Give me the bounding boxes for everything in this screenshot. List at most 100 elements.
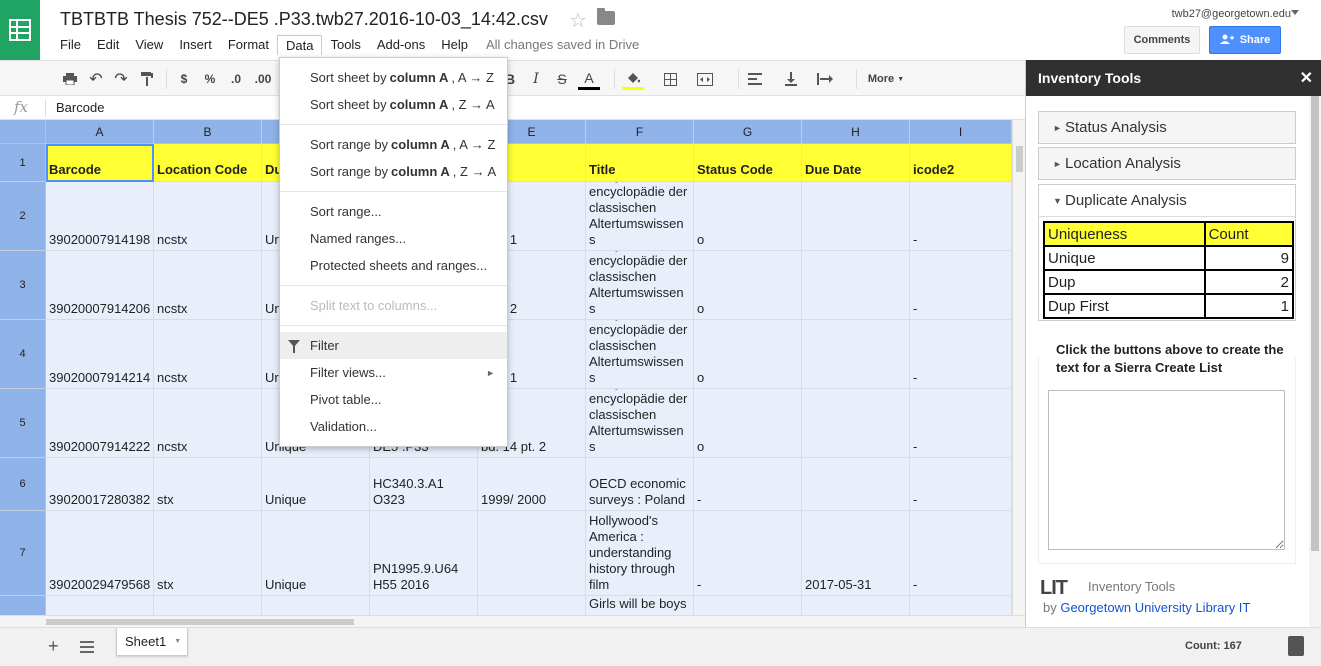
sidebar-scrollbar[interactable] <box>1309 96 1321 627</box>
row-header-6[interactable]: 6 <box>0 458 46 511</box>
cell-barcode[interactable]: 39020017280382 <box>46 458 154 511</box>
count-status[interactable]: Count: 167 <box>1185 640 1242 652</box>
user-email[interactable]: twb27@georgetown.edu <box>1172 8 1291 20</box>
menu-help[interactable]: Help <box>433 35 476 55</box>
italic-button[interactable]: I <box>528 68 544 90</box>
cell-status-code[interactable]: - <box>694 511 802 596</box>
cell-icode2[interactable]: - <box>910 511 1012 596</box>
library-it-link[interactable]: Georgetown University Library IT <box>1060 600 1250 615</box>
comments-button[interactable]: Comments <box>1124 26 1200 54</box>
cell-title[interactable]: Paulys real-encyclopädie der classischen… <box>586 320 694 389</box>
text-color-button[interactable]: A <box>578 68 600 90</box>
vertical-align-icon[interactable] <box>782 68 800 90</box>
document-title[interactable]: TBTBTB Thesis 752--DE5 .P33.twb27.2016-1… <box>60 9 548 30</box>
row-header-4[interactable]: 4 <box>0 320 46 389</box>
column-header-i[interactable]: I <box>910 120 1012 144</box>
cell-location-code[interactable]: ncstx <box>154 389 262 458</box>
validation-item[interactable]: Validation... <box>280 413 507 440</box>
status-analysis-section[interactable]: ► Status Analysis <box>1038 111 1296 144</box>
filter-item[interactable]: Filter <box>280 332 507 359</box>
menu-format[interactable]: Format <box>220 35 277 55</box>
cell-barcode[interactable]: 39020007914206 <box>46 251 154 320</box>
paint-format-icon[interactable] <box>139 68 155 90</box>
header-cell-due-date[interactable]: Due Date <box>802 144 910 182</box>
cell-icode2[interactable]: - <box>910 251 1012 320</box>
row-header-3[interactable]: 3 <box>0 251 46 320</box>
cell-icode2[interactable]: - <box>910 182 1012 251</box>
header-cell-location-code[interactable]: Location Code <box>154 144 262 182</box>
explore-icon[interactable] <box>1288 636 1304 656</box>
cell-barcode[interactable]: 39020007914198 <box>46 182 154 251</box>
cell-location-code[interactable] <box>154 596 262 615</box>
cell-due-date[interactable] <box>802 251 910 320</box>
horizontal-scrollbar[interactable] <box>0 615 1025 627</box>
create-list-textarea[interactable] <box>1048 390 1285 550</box>
pivot-table-item[interactable]: Pivot table... <box>280 386 507 413</box>
header-cell-barcode[interactable]: Barcode <box>46 144 154 182</box>
location-analysis-section[interactable]: ► Location Analysis <box>1038 147 1296 180</box>
text-wrap-icon[interactable] <box>816 68 834 90</box>
cell-status-code[interactable] <box>694 596 802 615</box>
sort-range-item[interactable]: Sort range... <box>280 198 507 225</box>
sheet-tab-caret-icon[interactable]: ▼ <box>174 638 181 645</box>
cell-location-code[interactable]: ncstx <box>154 182 262 251</box>
filter-views-item[interactable]: Filter views... ► <box>280 359 507 386</box>
column-header-g[interactable]: G <box>694 120 802 144</box>
formula-input[interactable]: Barcode <box>56 100 104 115</box>
cell-icode2[interactable]: - <box>910 320 1012 389</box>
cell-barcode[interactable]: 39020029479568 <box>46 511 154 596</box>
borders-icon[interactable] <box>662 68 678 90</box>
header-cell-title[interactable]: Title <box>586 144 694 182</box>
cell-barcode[interactable]: 39020007914222 <box>46 389 154 458</box>
menu-data[interactable]: Data <box>277 35 323 55</box>
cell-status-code[interactable]: o <box>694 389 802 458</box>
cell-duplicate[interactable] <box>262 596 370 615</box>
sort-range-asc[interactable]: Sort range by column A, A → Z <box>280 131 507 158</box>
row-header-2[interactable]: 2 <box>0 182 46 251</box>
named-ranges-item[interactable]: Named ranges... <box>280 225 507 252</box>
merge-cells-icon[interactable] <box>696 68 714 90</box>
cell-icode2[interactable] <box>910 596 1012 615</box>
cell-location-code[interactable]: ncstx <box>154 320 262 389</box>
cell-status-code[interactable]: - <box>694 458 802 511</box>
cell-title[interactable]: OECD economic surveys : Poland <box>586 458 694 511</box>
cell-due-date[interactable] <box>802 182 910 251</box>
redo-icon[interactable]: ↷ <box>113 68 129 90</box>
add-sheet-icon[interactable]: + <box>48 636 59 657</box>
sort-range-desc[interactable]: Sort range by column A, Z → A <box>280 158 507 185</box>
cell-volume[interactable] <box>478 511 586 596</box>
column-header-b[interactable]: B <box>154 120 262 144</box>
row-header-7[interactable]: 7 <box>0 511 46 596</box>
align-left-icon[interactable] <box>746 68 764 90</box>
cell-status-code[interactable]: o <box>694 182 802 251</box>
horizontal-scroll-thumb[interactable] <box>46 619 354 625</box>
cell-due-date[interactable] <box>802 320 910 389</box>
cell-title[interactable]: Girls will be boys <box>586 596 694 615</box>
cell-barcode[interactable] <box>46 596 154 615</box>
cell-call-number[interactable]: PN1995.9.U64 H55 2016 <box>370 511 478 596</box>
column-header-h[interactable]: H <box>802 120 910 144</box>
cell-location-code[interactable]: stx <box>154 511 262 596</box>
menu-addons[interactable]: Add-ons <box>369 35 433 55</box>
cell-title[interactable]: Paulys real-encyclopädie der classischen… <box>586 389 694 458</box>
decrease-decimal-button[interactable]: .0 <box>226 68 246 90</box>
all-sheets-icon[interactable] <box>80 641 94 653</box>
cell-title[interactable]: Paulys real-encyclopädie der classischen… <box>586 251 694 320</box>
currency-format-button[interactable]: $ <box>176 68 192 90</box>
cell-icode2[interactable]: - <box>910 458 1012 511</box>
menu-insert[interactable]: Insert <box>171 35 220 55</box>
cell-volume[interactable] <box>478 596 586 615</box>
row-header-1[interactable]: 1 <box>0 144 46 182</box>
account-caret-icon[interactable] <box>1291 10 1299 15</box>
undo-icon[interactable]: ↶ <box>88 68 104 90</box>
cell-due-date[interactable] <box>802 596 910 615</box>
cell-due-date[interactable] <box>802 389 910 458</box>
cell-title[interactable]: Paulys real-encyclopädie der classischen… <box>586 182 694 251</box>
cell-status-code[interactable]: o <box>694 320 802 389</box>
increase-decimal-button[interactable]: .00 <box>252 68 274 90</box>
sidebar-scroll-thumb[interactable] <box>1311 96 1319 551</box>
save-status[interactable]: All changes saved in Drive <box>476 35 647 55</box>
percent-format-button[interactable]: % <box>202 68 218 90</box>
cell-location-code[interactable]: ncstx <box>154 251 262 320</box>
cell-status-code[interactable]: o <box>694 251 802 320</box>
